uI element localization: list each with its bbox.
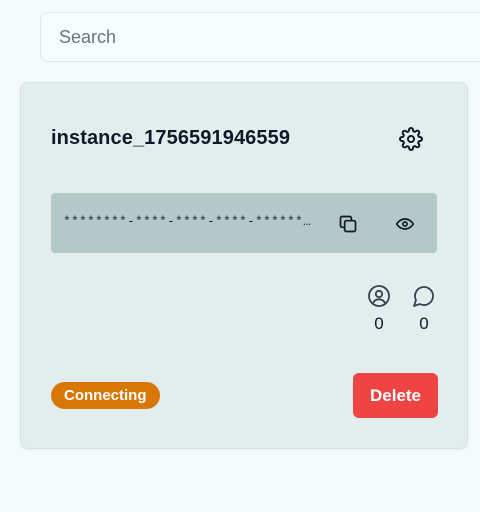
token-field: ********-****-****-****-************ <box>51 193 437 253</box>
search-box[interactable] <box>40 12 480 62</box>
settings-button[interactable] <box>397 125 425 153</box>
show-token-button[interactable] <box>393 213 417 235</box>
chat-bubble-icon <box>413 286 434 307</box>
contacts-count: 0 <box>374 314 384 333</box>
delete-button[interactable]: Delete <box>353 373 438 418</box>
copy-token-button[interactable] <box>337 213 359 235</box>
chats-stat: 0 <box>409 283 439 334</box>
chats-count: 0 <box>419 314 429 333</box>
status-badge: Connecting <box>51 382 160 409</box>
gear-icon <box>399 127 423 151</box>
instance-name: instance_1756591946559 <box>51 127 291 149</box>
eye-icon <box>395 218 415 230</box>
instance-card: instance_1756591946559 ********-****-***… <box>20 82 468 449</box>
contacts-stat: 0 <box>364 283 394 334</box>
token-value: ********-****-****-****-************ <box>63 214 311 229</box>
user-circle-icon <box>368 285 390 307</box>
copy-icon <box>339 215 357 233</box>
search-input[interactable] <box>57 25 461 49</box>
